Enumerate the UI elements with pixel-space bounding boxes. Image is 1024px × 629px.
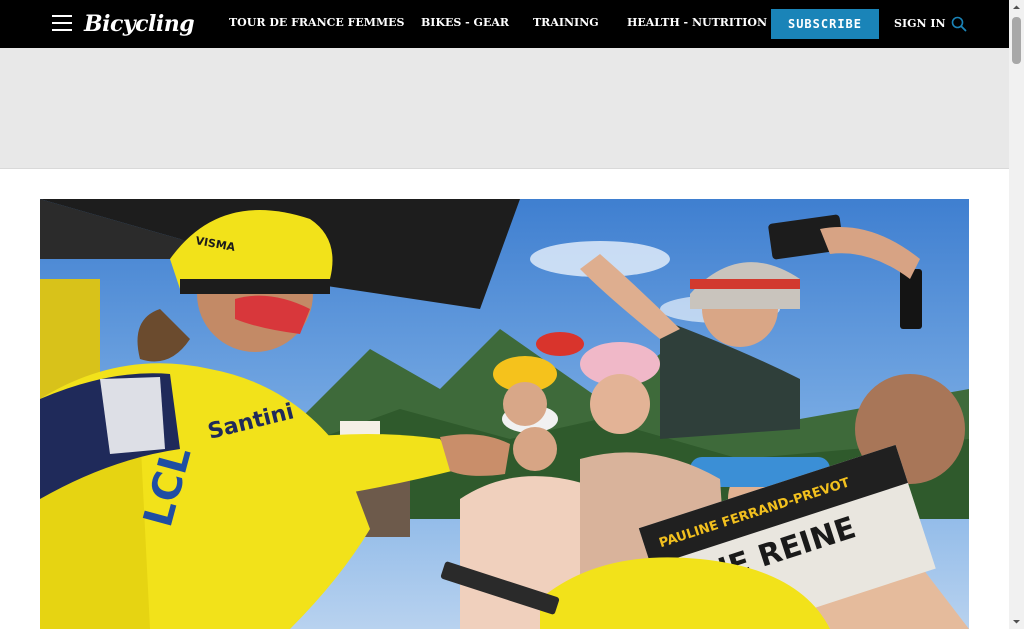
page: Bicycling TOUR DE FRANCE FEMMES BIKES - … (0, 0, 1009, 629)
hamburger-icon-line (52, 22, 72, 24)
scroll-up-button[interactable] (1009, 0, 1024, 15)
search-button[interactable] (951, 16, 967, 32)
search-icon (951, 16, 967, 32)
nav-link-health-nutrition[interactable]: HEALTH - NUTRITION (627, 16, 767, 30)
chevron-down-icon (1013, 620, 1020, 624)
nav-link-tour-de-france-femmes[interactable]: TOUR DE FRANCE FEMMES (229, 16, 404, 30)
scrollbar-thumb[interactable] (1012, 17, 1021, 64)
hamburger-icon (52, 15, 72, 17)
subscribe-button[interactable]: SUBSCRIBE (771, 9, 879, 39)
hamburger-icon-line (52, 29, 72, 31)
chevron-up-icon (1013, 5, 1020, 9)
sign-in-link[interactable]: SIGN IN (894, 17, 946, 31)
top-navigation-bar: Bicycling TOUR DE FRANCE FEMMES BIKES - … (0, 0, 1009, 48)
vertical-scrollbar[interactable] (1009, 0, 1024, 629)
hero-photo: PAULINE FERRAND-PREVOT UNE REINE Santini… (40, 199, 969, 629)
hamburger-menu-button[interactable] (52, 13, 72, 33)
ad-banner-slot (0, 48, 1009, 169)
nav-link-training[interactable]: TRAINING (533, 16, 599, 30)
site-logo[interactable]: Bicycling (84, 10, 195, 38)
nav-link-bikes-gear[interactable]: BIKES - GEAR (421, 16, 509, 30)
scroll-down-button[interactable] (1009, 614, 1024, 629)
hero-photo-illustration: PAULINE FERRAND-PREVOT UNE REINE Santini… (40, 199, 969, 629)
